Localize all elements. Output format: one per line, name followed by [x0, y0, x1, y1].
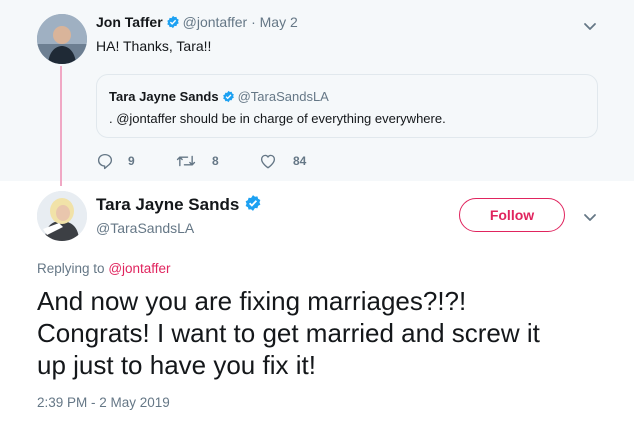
tweet-text-line: Congrats! I want to get married and scre… [37, 318, 540, 348]
main-tweet-author: Tara Jayne Sands [96, 194, 265, 217]
quoted-tweet-card[interactable]: Tara Jayne Sands @TaraSandsLA . @jontaffe… [96, 74, 598, 138]
author-handle[interactable]: @TaraSandsLA [96, 220, 194, 236]
quoted-tweet-header: Tara Jayne Sands @TaraSandsLA [109, 89, 329, 106]
author-name[interactable]: Tara Jayne Sands [96, 195, 239, 214]
verified-badge-icon [244, 194, 262, 217]
author-handle[interactable]: @jontaffer [183, 14, 248, 30]
verified-badge-icon [166, 15, 180, 32]
replying-to-mention[interactable]: @jontaffer [108, 261, 170, 276]
author-name[interactable]: Jon Taffer [96, 14, 163, 30]
replying-to-line: Replying to @jontaffer [37, 261, 171, 276]
reply-count: 9 [128, 154, 135, 168]
chevron-down-icon[interactable] [582, 18, 598, 34]
retweet-icon [176, 152, 202, 170]
tweet-text-line: And now you are fixing marriages?!?! [37, 286, 467, 316]
tweet-timestamp[interactable]: 2:39 PM - 2 May 2019 [37, 395, 170, 410]
quoted-author-handle: @TaraSandsLA [237, 89, 329, 104]
avatar-tara-jayne-sands[interactable] [37, 191, 87, 241]
parent-tweet-header: Jon Taffer @jontaffer · May 2 [96, 14, 298, 32]
like-icon [259, 152, 283, 170]
chevron-down-icon[interactable] [582, 209, 598, 225]
avatar-jon-taffer[interactable] [37, 14, 87, 64]
tweet-text-line: up just to have you fix it! [37, 350, 316, 380]
tweet-date[interactable]: May 2 [260, 14, 298, 30]
separator-dot: · [251, 14, 256, 30]
quoted-author-name: Tara Jayne Sands [109, 89, 219, 104]
thread-connector-line [60, 66, 62, 186]
like-count: 84 [293, 154, 307, 168]
verified-badge-icon [222, 90, 235, 106]
main-tweet-text: And now you are fixing marriages?!?! Con… [37, 285, 617, 381]
quoted-tweet-text: . @jontaffer should be in charge of ever… [109, 111, 446, 126]
retweet-count: 8 [212, 154, 219, 168]
like-button[interactable]: 84 [259, 152, 306, 170]
reply-icon [96, 152, 120, 170]
follow-button[interactable]: Follow [459, 198, 565, 232]
reply-button[interactable]: 9 [96, 152, 135, 170]
replying-prefix: Replying to [37, 261, 105, 276]
retweet-button[interactable]: 8 [176, 152, 219, 170]
parent-tweet-text: HA! Thanks, Tara!! [96, 38, 212, 54]
